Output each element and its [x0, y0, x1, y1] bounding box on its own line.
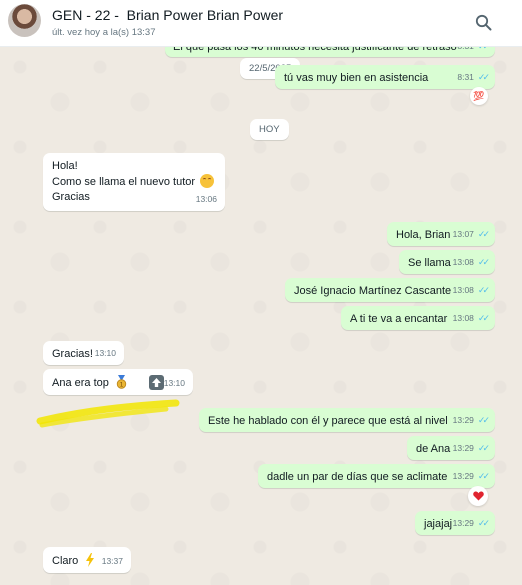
message-text-line: Como se llama el nuevo tutor — [52, 174, 217, 190]
message-text: Claro — [52, 555, 79, 567]
message-bubble-outgoing[interactable]: jajajaj 13:29 ✓✓ — [415, 511, 495, 535]
message-time: 13:29 ✓✓ — [453, 469, 490, 484]
chat-header: GEN - 22 - Brian Power Brian Power últ. … — [0, 0, 522, 47]
message-bubble-incoming[interactable]: Ana era top 1 13:10 — [43, 369, 193, 395]
message-bubble-outgoing[interactable]: A ti te va a encantar 13:08 ✓✓ — [341, 306, 495, 330]
message-text: José Ignacio Martínez Cascante — [294, 285, 452, 297]
message-time: 13:07 ✓✓ — [453, 227, 490, 242]
message-time: 13:08 ✓✓ — [453, 311, 490, 326]
message-text: Gracias! — [52, 348, 93, 360]
message-text: tú vas muy bien en asistencia — [284, 72, 429, 84]
message-bubble-outgoing[interactable]: Este he hablado con él y parece que está… — [199, 408, 495, 432]
message-text-line: Hola! — [52, 160, 78, 172]
message-text: jajajaj — [424, 518, 453, 530]
message-time: 8:31✓✓ — [457, 70, 490, 85]
heart-icon — [472, 491, 484, 501]
message-text: A ti te va a encantar — [350, 313, 448, 325]
read-receipt-icon: ✓✓ — [477, 313, 490, 323]
message-text: Se llama — [408, 257, 451, 269]
message-bubble-outgoing[interactable]: dadle un par de días que se aclimate 13:… — [258, 464, 495, 488]
search-button[interactable] — [470, 9, 496, 35]
message-bubble-outgoing[interactable]: Se llama 13:08 ✓✓ — [399, 250, 495, 274]
message-time: 13:37 — [101, 556, 123, 566]
contact-avatar[interactable] — [8, 4, 41, 37]
message-time: 13:29 ✓✓ — [453, 441, 490, 456]
message-time: 13:29 ✓✓ — [453, 413, 490, 428]
message-bubble-incoming[interactable]: Hola! Como se llama el nuevo tutor Graci… — [43, 153, 225, 211]
up-arrow-icon — [149, 375, 164, 390]
highlighter-annotation — [36, 399, 180, 428]
message-reaction[interactable] — [468, 486, 488, 506]
message-time: 13:06 — [195, 194, 217, 204]
message-text: de Ana — [416, 443, 451, 455]
read-receipt-icon: ✓✓ — [477, 471, 490, 481]
message-bubble-incoming[interactable]: Claro 13:37 — [43, 547, 131, 573]
message-time: 13:10 — [163, 378, 185, 388]
read-receipt-icon: ✓✓ — [477, 285, 490, 295]
message-time: 13:08 ✓✓ — [453, 255, 490, 270]
message-text: dadle un par de días que se aclimate — [267, 471, 448, 483]
date-divider: HOY — [250, 119, 289, 140]
message-bubble-outgoing[interactable]: de Ana 13:29 ✓✓ — [407, 436, 495, 460]
read-receipt-icon: ✓✓ — [477, 518, 490, 528]
message-bubble-outgoing[interactable]: tú vas muy bien en asistencia 8:31 ✓✓ — [275, 65, 495, 89]
message-bubble-outgoing[interactable]: José Ignacio Martínez Cascante 13:08 ✓✓ — [285, 278, 495, 302]
chat-title[interactable]: GEN - 22 - Brian Power Brian Power — [52, 7, 283, 23]
read-receipt-icon: ✓✓ — [477, 443, 490, 453]
smiling-face-icon — [200, 174, 215, 188]
message-bubble-outgoing[interactable]: Hola, Brian 13:07 ✓✓ — [387, 222, 495, 246]
message-reaction[interactable]: 💯 — [470, 87, 488, 105]
message-time: 13:10 — [94, 348, 116, 358]
read-receipt-icon: ✓✓ — [477, 72, 490, 82]
message-time: 13:08 ✓✓ — [453, 283, 490, 298]
search-icon — [475, 14, 491, 30]
read-receipt-icon: ✓✓ — [477, 415, 490, 425]
svg-text:1: 1 — [120, 382, 124, 389]
last-seen-status: últ. vez hoy a la(s) 13:37 — [52, 27, 156, 38]
lightning-icon — [85, 553, 95, 572]
message-text: Ana era top — [52, 377, 109, 389]
message-text-line: Gracias — [52, 191, 90, 203]
chat-messages-area[interactable]: El que pasa los 40 minutos necesita just… — [0, 37, 522, 585]
message-text: Hola, Brian — [396, 229, 451, 241]
read-receipt-icon: ✓✓ — [477, 257, 490, 267]
message-text: Este he hablado con él y parece que está… — [208, 415, 448, 427]
message-bubble-incoming[interactable]: Gracias! 13:10 — [43, 341, 124, 365]
medal-icon: 1 — [115, 375, 128, 394]
message-time: 13:29 ✓✓ — [453, 516, 490, 531]
read-receipt-icon: ✓✓ — [477, 229, 490, 239]
